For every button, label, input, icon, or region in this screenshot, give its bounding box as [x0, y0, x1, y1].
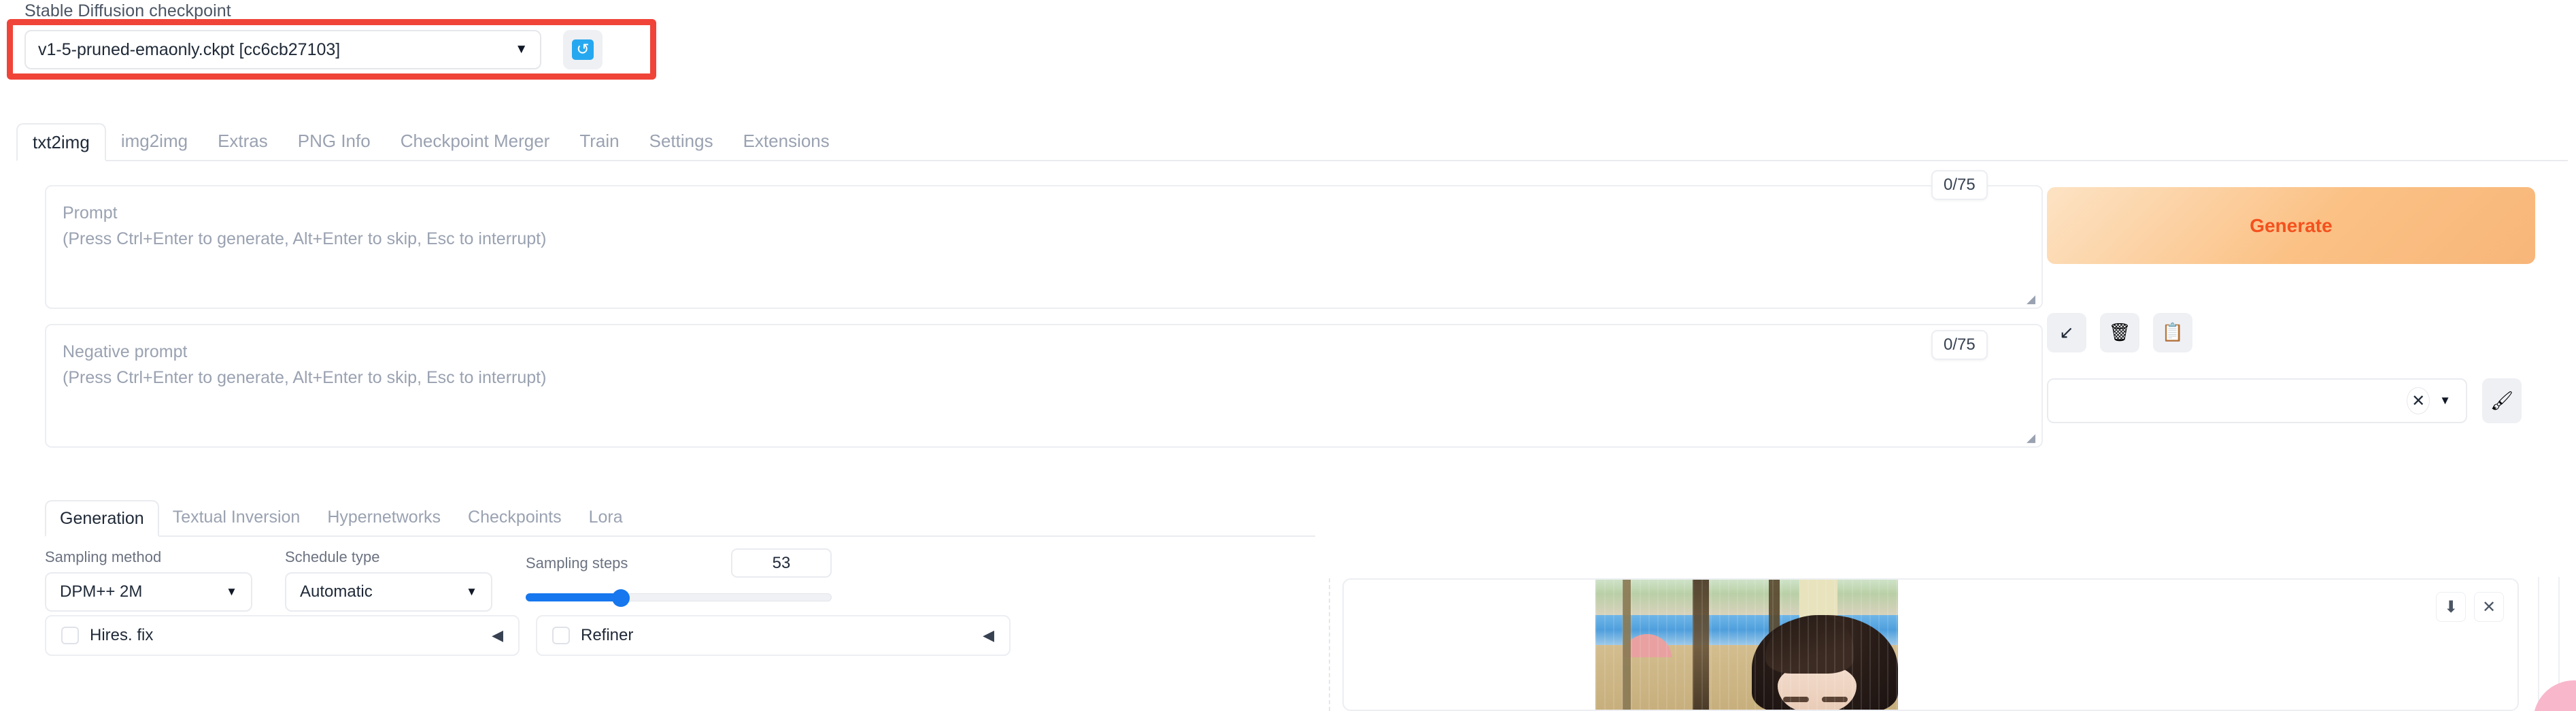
sampling-method-value: DPM++ 2M — [60, 582, 143, 601]
tab-img2img[interactable]: img2img — [106, 122, 203, 160]
tab-checkpoint-merger[interactable]: Checkpoint Merger — [386, 122, 565, 160]
prompt-token-counter: 0/75 — [1931, 170, 1988, 200]
prompt-resize-handle[interactable]: ◢ — [2027, 293, 2037, 305]
clipboard-icon: 📋 — [2161, 323, 2184, 343]
sampling-steps-value-input[interactable]: 53 — [731, 548, 832, 578]
negative-prompt-placeholder-line1: Negative prompt — [63, 342, 188, 361]
sampling-method-label: Sampling method — [45, 548, 162, 565]
result-gallery-panel: ⬇ ✕ — [1342, 578, 2519, 711]
image-artifact-overlay — [1595, 580, 1898, 710]
prompt-placeholder-line1: Prompt — [63, 203, 118, 222]
generate-button[interactable]: Generate — [2047, 187, 2535, 264]
sampling-steps-slider[interactable] — [526, 589, 832, 607]
tab-train[interactable]: Train — [564, 122, 634, 160]
tab-settings[interactable]: Settings — [634, 122, 728, 160]
refresh-checkpoints-button[interactable]: ↺ — [563, 30, 603, 69]
tab-hypernetworks[interactable]: Hypernetworks — [313, 499, 454, 535]
refiner-label: Refiner — [581, 626, 634, 644]
floating-language-badge[interactable]: 中 — [2533, 680, 2576, 711]
schedule-type-label: Schedule type — [285, 548, 380, 565]
tab-png-info[interactable]: PNG Info — [283, 122, 386, 160]
schedule-type-dropdown[interactable]: Automatic ▼ — [285, 572, 492, 612]
generation-settings-panel: Sampling method DPM++ 2M ▼ Schedule type… — [45, 548, 1315, 711]
negative-prompt-token-counter: 0/75 — [1931, 330, 1988, 360]
hires-fix-accordion[interactable]: Hires. fix ◀ — [45, 615, 520, 656]
hires-fix-label: Hires. fix — [90, 626, 154, 644]
paintbrush-icon: 🖌 — [2490, 391, 2514, 412]
tab-extras[interactable]: Extras — [203, 122, 283, 160]
chevron-down-icon[interactable]: ▼ — [2439, 394, 2451, 408]
tab-lora[interactable]: Lora — [575, 499, 637, 535]
chevron-down-icon: ▼ — [515, 42, 528, 56]
generation-tab-bar: Generation Textual Inversion Hypernetwor… — [45, 500, 1315, 537]
hires-fix-checkbox[interactable] — [61, 627, 79, 644]
schedule-type-field: Schedule type Automatic ▼ — [285, 548, 492, 612]
sampling-steps-field: Sampling steps 53 — [526, 548, 832, 607]
negative-prompt-placeholder-line2: (Press Ctrl+Enter to generate, Alt+Enter… — [63, 368, 547, 387]
slider-fill — [526, 593, 621, 601]
prompt-input[interactable]: Prompt (Press Ctrl+Enter to generate, Al… — [45, 185, 2043, 309]
sampling-steps-header: Sampling steps 53 — [526, 548, 832, 578]
tab-txt2img[interactable]: txt2img — [16, 123, 106, 161]
download-icon[interactable]: ⬇ — [2436, 592, 2466, 622]
checkpoint-label: Stable Diffusion checkpoint — [24, 1, 231, 20]
chevron-down-icon: ▼ — [466, 585, 477, 598]
sampling-method-dropdown[interactable]: DPM++ 2M ▼ — [45, 572, 252, 612]
generated-image-preview[interactable] — [1595, 580, 1898, 710]
prompt-column: Prompt (Press Ctrl+Enter to generate, Al… — [45, 185, 2043, 448]
prompt-placeholder-line2: (Press Ctrl+Enter to generate, Alt+Enter… — [63, 229, 547, 248]
refiner-checkbox[interactable] — [552, 627, 570, 644]
chevron-down-icon: ▼ — [226, 585, 237, 598]
chevron-left-icon: ◀ — [492, 627, 503, 644]
clear-prompt-button[interactable]: 🗑 — [2100, 313, 2139, 352]
clear-styles-icon[interactable]: ✕ — [2407, 387, 2430, 414]
negative-prompt-resize-handle[interactable]: ◢ — [2027, 432, 2037, 444]
tab-checkpoints[interactable]: Checkpoints — [454, 499, 575, 535]
sampling-steps-label: Sampling steps — [526, 554, 628, 572]
checkpoint-row: Stable Diffusion checkpoint v1-5-pruned-… — [0, 0, 2576, 116]
sampling-method-field: Sampling method DPM++ 2M ▼ — [45, 548, 252, 612]
paste-styles-button[interactable]: 📋 — [2153, 313, 2192, 352]
apply-style-button[interactable]: 🖌 — [2482, 378, 2522, 423]
slider-thumb[interactable] — [612, 589, 630, 607]
styles-dropdown[interactable]: ✕ ▼ — [2047, 378, 2467, 423]
refresh-icon: ↺ — [572, 39, 594, 60]
refiner-accordion[interactable]: Refiner ◀ — [536, 615, 1011, 656]
tab-generation[interactable]: Generation — [45, 500, 159, 537]
read-generation-params-button[interactable]: ↙ — [2047, 313, 2086, 352]
tab-textual-inversion[interactable]: Textual Inversion — [159, 499, 314, 535]
schedule-type-value: Automatic — [300, 582, 373, 601]
close-icon[interactable]: ✕ — [2474, 592, 2504, 622]
checkpoint-value: v1-5-pruned-emaonly.ckpt [cc6cb27103] — [38, 39, 341, 59]
edge-divider — [2538, 577, 2539, 711]
checkpoint-dropdown[interactable]: v1-5-pruned-emaonly.ckpt [cc6cb27103] ▼ — [24, 30, 541, 69]
result-toolbar: ⬇ ✕ — [2436, 592, 2504, 622]
main-tab-bar: txt2img img2img Extras PNG Info Checkpoi… — [16, 123, 2568, 161]
arrow-down-left-icon: ↙ — [2059, 323, 2074, 343]
panel-divider — [1329, 578, 1330, 711]
tab-extensions[interactable]: Extensions — [728, 122, 845, 160]
negative-prompt-input[interactable]: Negative prompt (Press Ctrl+Enter to gen… — [45, 324, 2043, 448]
chevron-left-icon: ◀ — [983, 627, 994, 644]
trash-icon: 🗑 — [2108, 323, 2131, 343]
